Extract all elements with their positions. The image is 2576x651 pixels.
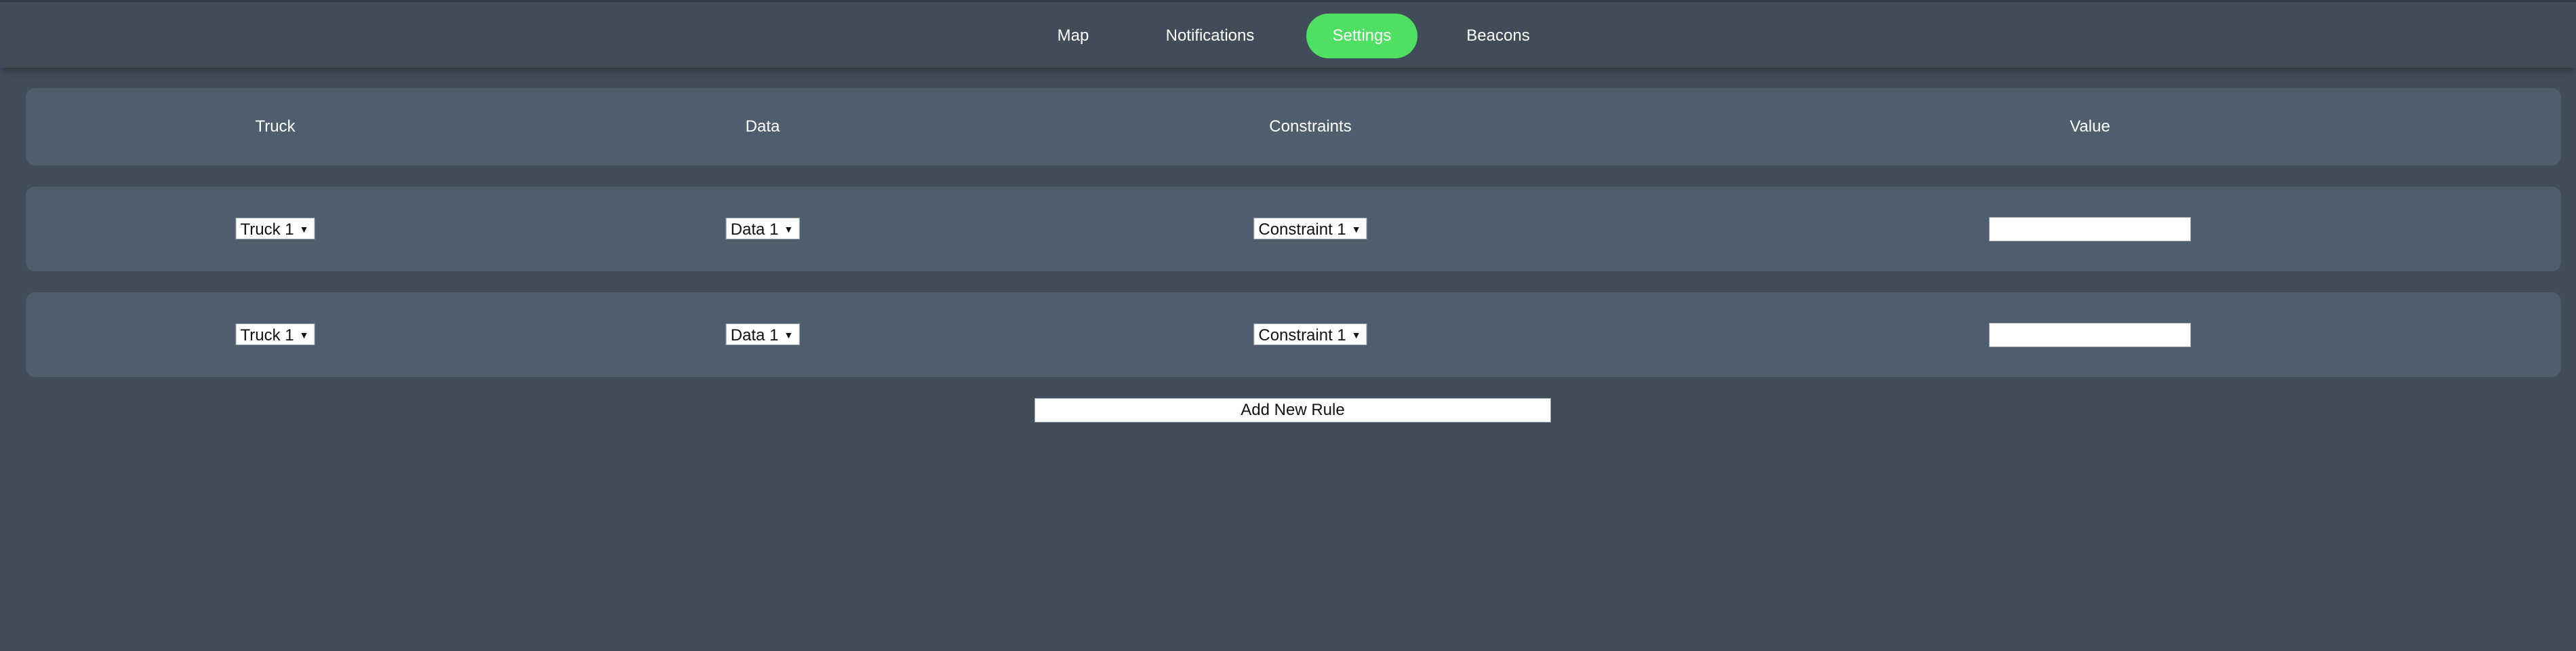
- constraint-select-value: Constraint 1: [1258, 326, 1346, 344]
- caret-down-icon: ▼: [299, 224, 309, 235]
- data-select-value: Data 1: [730, 220, 779, 239]
- caret-down-icon: ▼: [299, 330, 309, 340]
- top-nav-bar: Map Notifications Settings Beacons: [0, 0, 2576, 68]
- rules-header-panel: Truck Data Constraints Value: [26, 88, 2561, 165]
- value-input[interactable]: [1989, 323, 2191, 347]
- nav-map[interactable]: Map: [1043, 14, 1104, 58]
- caret-down-icon: ▼: [784, 330, 794, 340]
- constraint-select[interactable]: Constraint 1 ▼: [1253, 323, 1367, 345]
- truck-select[interactable]: Truck 1 ▼: [235, 218, 315, 239]
- nav-notifications[interactable]: Notifications: [1146, 14, 1274, 58]
- caret-down-icon: ▼: [1351, 330, 1361, 340]
- header-constraints: Constraints: [1269, 117, 1352, 136]
- truck-select-value: Truck 1: [240, 326, 294, 344]
- nav-beacons[interactable]: Beacons: [1448, 14, 1548, 58]
- rule-row: Truck 1 ▼ Data 1 ▼ Constraint 1 ▼: [26, 186, 2561, 271]
- constraint-select[interactable]: Constraint 1 ▼: [1253, 218, 1367, 239]
- add-new-rule-button[interactable]: Add New Rule: [1034, 398, 1551, 422]
- nav-settings[interactable]: Settings: [1306, 14, 1417, 58]
- header-value: Value: [2070, 117, 2110, 136]
- data-select-value: Data 1: [730, 326, 779, 344]
- header-truck: Truck: [255, 117, 296, 136]
- caret-down-icon: ▼: [784, 224, 794, 235]
- truck-select[interactable]: Truck 1 ▼: [235, 323, 315, 345]
- constraint-select-value: Constraint 1: [1258, 220, 1346, 239]
- value-input[interactable]: [1989, 217, 2191, 241]
- truck-select-value: Truck 1: [240, 220, 294, 239]
- data-select[interactable]: Data 1 ▼: [725, 218, 800, 239]
- data-select[interactable]: Data 1 ▼: [725, 323, 800, 345]
- caret-down-icon: ▼: [1351, 224, 1361, 235]
- rule-row: Truck 1 ▼ Data 1 ▼ Constraint 1 ▼: [26, 292, 2561, 377]
- header-data: Data: [745, 117, 780, 136]
